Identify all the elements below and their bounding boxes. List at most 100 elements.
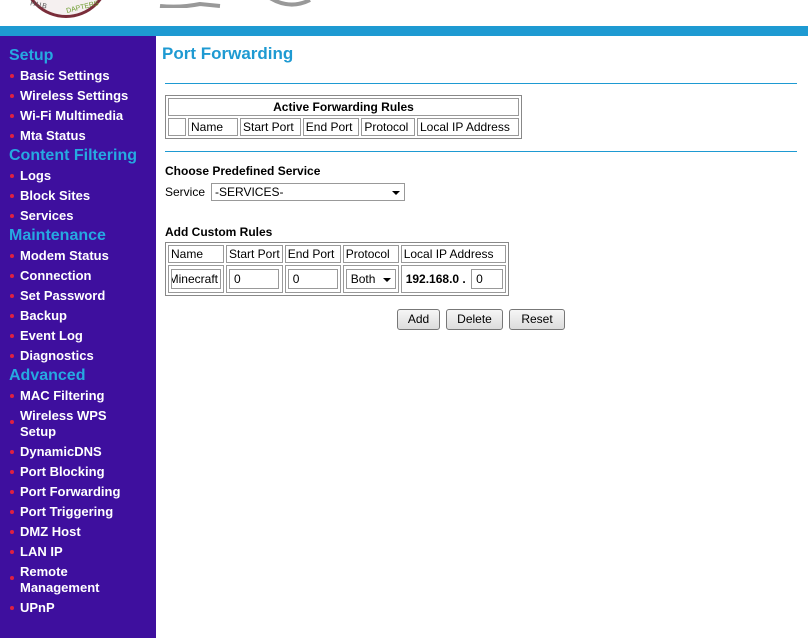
bullet-icon bbox=[10, 334, 14, 338]
sidebar-item-remote-management[interactable]: Remote Management bbox=[0, 562, 156, 598]
bullet-icon bbox=[10, 74, 14, 78]
sidebar-item-port-forwarding[interactable]: Port Forwarding bbox=[0, 482, 156, 502]
brand-logo-fragment bbox=[159, 0, 311, 8]
sidebar-item-label: Port Triggering bbox=[20, 504, 114, 519]
sidebar-item-label: Set Password bbox=[20, 288, 106, 303]
bullet-icon bbox=[10, 510, 14, 514]
service-label: Service bbox=[165, 185, 206, 199]
custom-rules-table: Name Start Port End Port Protocol Local … bbox=[165, 242, 510, 296]
add-button[interactable]: Add bbox=[397, 309, 440, 330]
sidebar-item-connection[interactable]: Connection bbox=[0, 266, 156, 286]
sidebar-nav: Setup Basic Settings Wireless Settings W… bbox=[0, 36, 156, 638]
sidebar-item-wifi-multimedia[interactable]: Wi-Fi Multimedia bbox=[0, 106, 156, 126]
sidebar-item-port-blocking[interactable]: Port Blocking bbox=[0, 462, 156, 482]
sidebar-item-label: DynamicDNS bbox=[20, 444, 102, 459]
sidebar-item-backup[interactable]: Backup bbox=[0, 306, 156, 326]
delete-button[interactable]: Delete bbox=[446, 309, 503, 330]
sidebar-item-mac-filtering[interactable]: MAC Filtering bbox=[0, 386, 156, 406]
sidebar-item-label: Backup bbox=[20, 308, 67, 323]
column-header-end-port: End Port bbox=[302, 118, 360, 136]
column-header-start-port: Start Port bbox=[226, 245, 283, 263]
sidebar-item-mta-status[interactable]: Mta Status bbox=[0, 126, 156, 146]
sidebar-item-label: Services bbox=[20, 208, 74, 223]
column-header-protocol: Protocol bbox=[342, 245, 399, 263]
bullet-icon bbox=[10, 194, 14, 198]
active-rules-heading: Active Forwarding Rules bbox=[168, 98, 519, 116]
page-title: Port Forwarding bbox=[162, 44, 294, 63]
sidebar-item-basic-settings[interactable]: Basic Settings bbox=[0, 66, 156, 86]
service-select[interactable]: -SERVICES- bbox=[211, 183, 405, 201]
sidebar-item-label: Modem Status bbox=[20, 248, 109, 263]
nav-section-setup: Setup bbox=[9, 47, 54, 64]
sidebar-item-logs[interactable]: Logs bbox=[0, 166, 156, 186]
sidebar-item-label: LAN IP bbox=[20, 544, 63, 559]
bullet-icon bbox=[10, 420, 14, 424]
nav-section-advanced: Advanced bbox=[9, 367, 86, 384]
bullet-icon bbox=[10, 94, 14, 98]
column-header-name: Name bbox=[168, 245, 224, 263]
protocol-select[interactable]: Both bbox=[345, 269, 396, 289]
bullet-icon bbox=[10, 550, 14, 554]
bullet-icon bbox=[10, 114, 14, 118]
sidebar-item-event-log[interactable]: Event Log bbox=[0, 326, 156, 346]
bullet-icon bbox=[10, 450, 14, 454]
start-port-cell: 0 bbox=[226, 265, 283, 293]
bullet-icon bbox=[10, 314, 14, 318]
main-content: Port Forwarding Active Forwarding Rules … bbox=[156, 36, 808, 638]
sidebar-item-label: Remote Management bbox=[20, 564, 100, 595]
sidebar-item-block-sites[interactable]: Block Sites bbox=[0, 186, 156, 206]
start-port-input[interactable]: 0 bbox=[229, 269, 279, 289]
sidebar-item-label: Wi-Fi Multimedia bbox=[20, 108, 124, 123]
sidebar-item-upnp[interactable]: UPnP bbox=[0, 598, 156, 618]
custom-rules-heading: Add Custom Rules bbox=[165, 225, 273, 239]
sidebar-item-label: Connection bbox=[20, 268, 92, 283]
bullet-icon bbox=[10, 490, 14, 494]
bullet-icon bbox=[10, 576, 14, 580]
sidebar-item-label: Logs bbox=[20, 168, 52, 183]
sidebar-item-lan-ip[interactable]: LAN IP bbox=[0, 542, 156, 562]
sidebar-item-modem-status[interactable]: Modem Status bbox=[0, 246, 156, 266]
bullet-icon bbox=[10, 274, 14, 278]
header: HUB DAPTERS bbox=[0, 0, 808, 26]
column-header-start-port: Start Port bbox=[240, 118, 301, 136]
reset-button[interactable]: Reset bbox=[509, 309, 565, 330]
column-header-local-ip: Local IP Address bbox=[400, 245, 507, 263]
sidebar-item-label: Mta Status bbox=[20, 128, 86, 143]
column-header-end-port: End Port bbox=[284, 245, 341, 263]
name-cell: Minecraft bbox=[168, 265, 224, 293]
column-header-name: Name bbox=[188, 118, 238, 136]
sidebar-item-set-password[interactable]: Set Password bbox=[0, 286, 156, 306]
bullet-icon bbox=[10, 174, 14, 178]
sidebar-item-label: Wireless Settings bbox=[20, 88, 129, 103]
bullet-icon bbox=[10, 354, 14, 358]
sidebar-item-label: DMZ Host bbox=[20, 524, 81, 539]
sidebar-item-label: Port Forwarding bbox=[20, 484, 121, 499]
sidebar-item-dynamicdns[interactable]: DynamicDNS bbox=[0, 442, 156, 462]
column-header-select bbox=[168, 118, 186, 136]
protocol-select-value: Both bbox=[350, 272, 376, 286]
sidebar-item-wireless-settings[interactable]: Wireless Settings bbox=[0, 86, 156, 106]
sidebar-item-label: Port Blocking bbox=[20, 464, 105, 479]
end-port-cell: 0 bbox=[284, 265, 341, 293]
sidebar-item-label: Block Sites bbox=[20, 188, 91, 203]
end-port-input[interactable]: 0 bbox=[287, 269, 338, 289]
local-ip-cell: 192.168.0 . 0 bbox=[400, 265, 507, 293]
sidebar-item-dmz-host[interactable]: DMZ Host bbox=[0, 522, 156, 542]
divider bbox=[165, 151, 797, 152]
header-accent-bar bbox=[0, 26, 808, 36]
active-rules-table: Active Forwarding Rules Name Start Port … bbox=[165, 95, 522, 139]
sidebar-item-wireless-wps-setup[interactable]: Wireless WPS Setup bbox=[0, 406, 156, 442]
column-header-local-ip: Local IP Address bbox=[417, 118, 519, 136]
sidebar-item-port-triggering[interactable]: Port Triggering bbox=[0, 502, 156, 522]
sidebar-item-services[interactable]: Services bbox=[0, 206, 156, 226]
sidebar-item-label: MAC Filtering bbox=[20, 388, 105, 403]
dropdown-arrow-icon bbox=[382, 278, 391, 282]
bullet-icon bbox=[10, 214, 14, 218]
bullet-icon bbox=[10, 134, 14, 138]
name-input[interactable]: Minecraft bbox=[171, 269, 221, 289]
bullet-icon bbox=[10, 254, 14, 258]
ip-last-octet-input[interactable]: 0 bbox=[471, 269, 504, 289]
sidebar-item-diagnostics[interactable]: Diagnostics bbox=[0, 346, 156, 366]
nav-section-content-filtering: Content Filtering bbox=[9, 147, 137, 164]
column-header-protocol: Protocol bbox=[361, 118, 415, 136]
